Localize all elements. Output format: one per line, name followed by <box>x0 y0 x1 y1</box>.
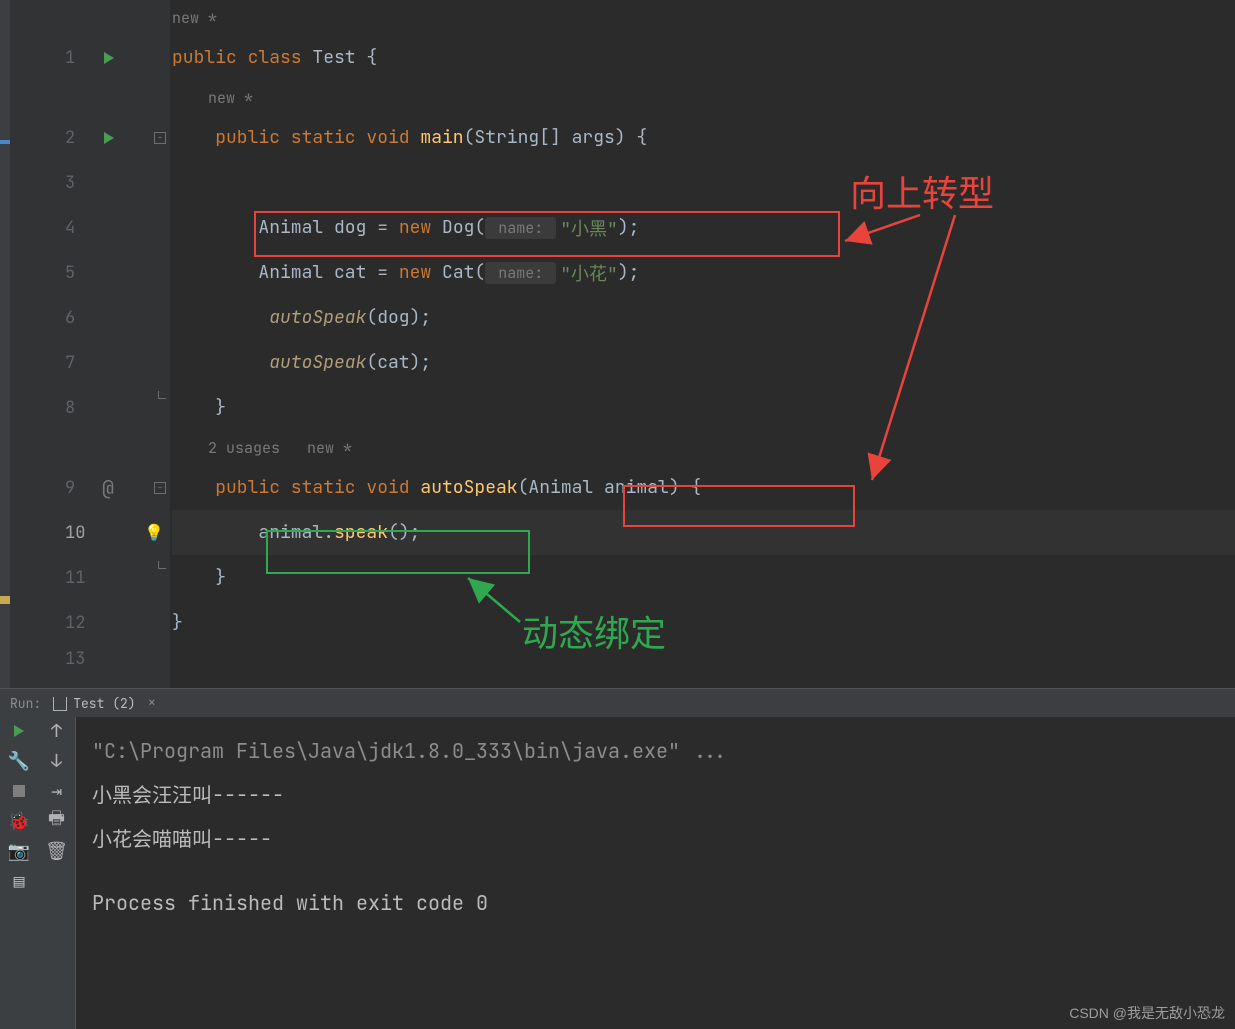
line-number: 4 <box>65 217 75 239</box>
run-tab-title: Test (2) <box>73 695 135 712</box>
param-hint: name: <box>485 217 556 239</box>
gutter: 1 2 − 3 4 5 6 7 8 9 @ − 10 💡 11 <box>10 0 170 688</box>
trash-icon[interactable]: 🗑 <box>49 843 65 859</box>
layout-icon[interactable]: ▤ <box>11 873 27 889</box>
terminal-icon <box>53 697 67 711</box>
code-line[interactable]: public static void autoSpeak(Animal anim… <box>172 465 1235 510</box>
code-line[interactable]: } <box>172 385 1235 430</box>
run-toolbar-right: ↑ ↓ ⇥ 🖶 🗑 <box>38 717 76 1029</box>
code-line[interactable]: autoSpeak(cat); <box>172 340 1235 385</box>
run-line-icon[interactable] <box>102 51 116 65</box>
code-line[interactable]: } <box>172 600 1235 645</box>
fold-end-icon[interactable] <box>158 391 166 399</box>
line-number: 13 <box>65 648 85 670</box>
line-number: 6 <box>65 307 75 329</box>
vcs-marker <box>0 596 10 604</box>
wrap-icon[interactable]: ⇥ <box>49 783 65 799</box>
code-line[interactable]: public class Test { <box>172 35 1235 80</box>
annotation-label-dynamic: 动态绑定 <box>522 605 666 657</box>
param-hint: name: <box>485 262 556 284</box>
code-line[interactable] <box>172 160 1235 205</box>
run-line-icon[interactable] <box>102 131 116 145</box>
line-number: 7 <box>65 352 75 374</box>
override-icon[interactable]: @ <box>102 475 114 501</box>
run-tab[interactable]: Test (2) × <box>53 694 156 712</box>
line-number: 9 <box>65 477 75 499</box>
wrench-icon[interactable]: 🔧 <box>11 753 27 769</box>
inlay-hint: new * <box>172 8 217 28</box>
inlay-hint[interactable]: 2 usages new * <box>208 438 352 458</box>
run-header: Run: Test (2) × <box>0 689 1235 717</box>
line-number: 1 <box>65 47 75 69</box>
run-icon[interactable] <box>11 723 27 739</box>
close-icon[interactable]: × <box>148 694 156 712</box>
code-line[interactable]: autoSpeak(dog); <box>172 295 1235 340</box>
fold-end-icon[interactable] <box>158 561 166 569</box>
print-icon[interactable]: 🖶 <box>49 813 65 829</box>
line-number: 12 <box>65 612 85 634</box>
console-line: 小黑会汪汪叫------ <box>92 773 1219 817</box>
code-line[interactable]: animal.speak(); <box>172 510 1235 555</box>
line-number: 10 <box>65 522 85 544</box>
vcs-marker <box>0 140 10 144</box>
console-line: 小花会喵喵叫----- <box>92 817 1219 861</box>
down-arrow-icon[interactable]: ↓ <box>49 753 65 769</box>
line-number: 5 <box>65 262 75 284</box>
annotation-label-upcast: 向上转型 <box>850 165 994 217</box>
intention-bulb-icon[interactable]: 💡 <box>144 522 164 543</box>
code-line[interactable]: } <box>172 555 1235 600</box>
console-output[interactable]: "C:\Program Files\Java\jdk1.8.0_333\bin\… <box>76 717 1235 1029</box>
line-number: 11 <box>65 567 85 589</box>
up-arrow-icon[interactable]: ↑ <box>49 723 65 739</box>
line-number: 2 <box>65 127 75 149</box>
run-panel: Run: Test (2) × 🔧 🐞 📷 ▤ ↑ ↓ ⇥ 🖶 🗑 "C:\Pr… <box>0 688 1235 1029</box>
console-exit: Process finished with exit code 0 <box>92 881 1219 925</box>
editor-area: 1 2 − 3 4 5 6 7 8 9 @ − 10 💡 11 <box>0 0 1235 688</box>
line-number: 8 <box>65 397 75 419</box>
camera-icon[interactable]: 📷 <box>11 843 27 859</box>
run-toolbar-left: 🔧 🐞 📷 ▤ <box>0 717 38 1029</box>
console-command: "C:\Program Files\Java\jdk1.8.0_333\bin\… <box>92 729 1219 773</box>
run-label: Run: <box>10 695 41 712</box>
fold-icon[interactable]: − <box>154 482 166 494</box>
code-line[interactable]: public static void main(String[] args) { <box>172 115 1235 160</box>
stop-icon[interactable] <box>11 783 27 799</box>
fold-icon[interactable]: − <box>154 132 166 144</box>
watermark: CSDN @我是无敌小恐龙 <box>1069 1003 1225 1023</box>
debug-icon[interactable]: 🐞 <box>11 813 27 829</box>
code-line[interactable]: Animal dog = new Dog( name: "小黑"); <box>172 205 1235 250</box>
inlay-hint: new * <box>208 88 253 108</box>
code-area[interactable]: new * public class Test { new * public s… <box>170 0 1235 688</box>
marker-stripe <box>0 0 10 688</box>
code-line[interactable]: Animal cat = new Cat( name: "小花"); <box>172 250 1235 295</box>
line-number: 3 <box>65 172 75 194</box>
